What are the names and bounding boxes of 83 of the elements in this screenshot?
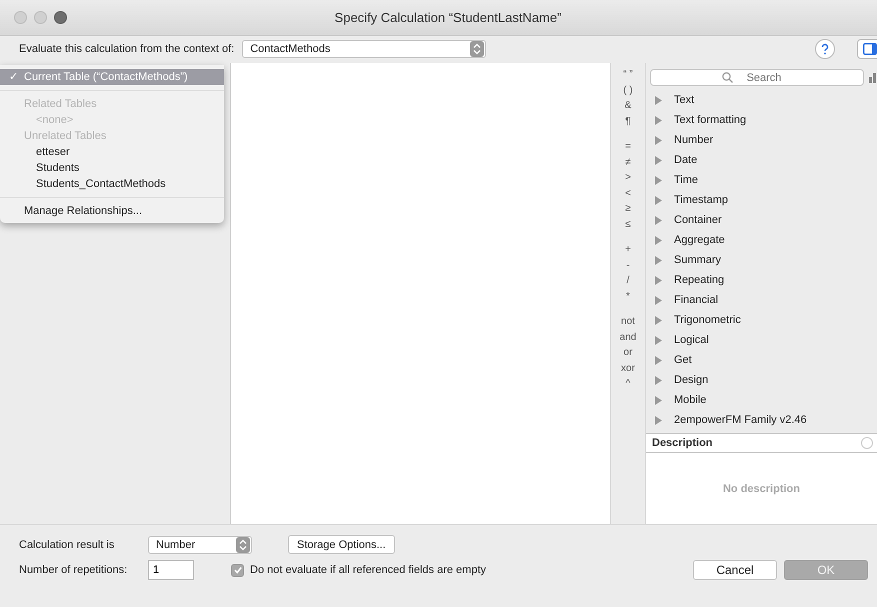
function-category[interactable]: Design (655, 370, 877, 390)
disclosure-triangle-icon (655, 156, 662, 164)
operator-button[interactable]: > (625, 170, 631, 186)
disclosure-triangle-icon (655, 396, 662, 404)
function-category[interactable]: Financial (655, 290, 877, 310)
minimize-button[interactable] (34, 11, 47, 24)
operator-button[interactable]: ≤ (625, 216, 631, 232)
operator-button[interactable]: ( ) (623, 82, 633, 98)
function-category[interactable]: Logical (655, 330, 877, 350)
function-category[interactable]: Trigonometric (655, 310, 877, 330)
disclosure-triangle-icon (655, 356, 662, 364)
dialog-button[interactable]: Cancel (693, 560, 777, 580)
function-category[interactable]: Text (655, 90, 877, 110)
search-field[interactable]: Search (650, 69, 864, 86)
function-category[interactable]: Mobile (655, 390, 877, 410)
menu-item[interactable]: Manage Relationships... (0, 203, 224, 219)
disclosure-triangle-icon (655, 316, 662, 324)
function-category[interactable]: Time (655, 170, 877, 190)
result-type-label: Calculation result is (19, 538, 116, 550)
disclosure-triangle-icon (655, 216, 662, 224)
operator-button[interactable]: ≥ (625, 201, 631, 216)
disclosure-triangle-icon (655, 296, 662, 304)
checkbox[interactable] (231, 564, 244, 576)
operator-button[interactable]: ≠ (625, 154, 631, 170)
function-category[interactable]: Get (655, 350, 877, 370)
operator-button[interactable]: xor (621, 360, 635, 376)
operator-button[interactable]: & (624, 98, 632, 114)
operator-button[interactable]: - (626, 258, 630, 273)
menu-item[interactable]: Students_ContactMethods (0, 176, 224, 192)
function-category[interactable]: Summary (655, 250, 877, 270)
repetitions-field[interactable]: 1 (148, 560, 194, 580)
description-text: No description (722, 482, 800, 494)
disclosure-triangle-icon (655, 236, 662, 244)
disclosure-triangle-icon (655, 256, 662, 264)
stepper-icon (236, 536, 250, 552)
operator-button[interactable]: + (625, 242, 631, 258)
operator-button[interactable]: * (626, 288, 630, 304)
operator-button[interactable]: / (626, 273, 630, 288)
operator-button[interactable]: ¶ (625, 114, 631, 129)
zoom-button[interactable] (54, 11, 67, 24)
function-category[interactable]: Number (655, 130, 877, 150)
checkbox-label: Do not evaluate if all referenced fields are empty (250, 564, 486, 576)
disclosure-triangle-icon (655, 196, 662, 204)
operator-button[interactable]: = (625, 139, 631, 154)
function-category[interactable]: Date (655, 150, 877, 170)
sidebar-toggle-button[interactable] (857, 39, 877, 59)
stepper-icon (470, 41, 484, 57)
disclosure-triangle-icon (655, 176, 662, 184)
bars-icon[interactable] (869, 72, 877, 82)
operator-button[interactable]: < (625, 186, 631, 201)
function-category[interactable]: Container (655, 210, 877, 230)
disclosure-triangle-icon (655, 416, 662, 424)
repetitions-label: Number of repetitions: (19, 564, 128, 576)
description-header: Description (646, 433, 877, 453)
function-category[interactable]: Aggregate (655, 230, 877, 250)
close-button[interactable] (14, 11, 27, 24)
context-label: Evaluate this calculation from the context of: (19, 43, 234, 55)
disclosure-triangle-icon (655, 116, 662, 124)
operator-button[interactable]: or (624, 345, 632, 360)
function-category[interactable]: Repeating (655, 270, 877, 290)
storage-options-button[interactable]: Storage Options... (288, 535, 395, 554)
sidebar-icon (863, 43, 877, 55)
window-title: Specify Calculation “StudentLastName” (334, 10, 562, 25)
disclosure-triangle-icon (655, 336, 662, 344)
result-type-dropdown[interactable]: Number (148, 536, 252, 554)
menu-section-header: Unrelated Tables (23, 129, 108, 144)
operator-button[interactable]: ^ (626, 376, 630, 392)
function-category[interactable]: Text formatting (655, 110, 877, 130)
search-icon (722, 72, 733, 83)
function-category[interactable]: 2empowerFM Family v2.46 (655, 410, 877, 430)
operator-button[interactable]: and (620, 330, 636, 345)
menu-item[interactable]: etteser (0, 144, 224, 160)
help-button[interactable] (815, 39, 835, 59)
context-dropdown[interactable]: ContactMethods (242, 40, 486, 58)
disclosure-triangle-icon (655, 376, 662, 384)
operator-button[interactable]: not (621, 314, 635, 330)
disclosure-triangle-icon (655, 96, 662, 104)
function-category[interactable]: Timestamp (655, 190, 877, 210)
disclosure-triangle-icon (655, 276, 662, 284)
menu-section-header: Related Tables (23, 97, 98, 112)
disclosure-triangle-icon (655, 136, 662, 144)
operator-button[interactable]: “ ” (623, 67, 633, 82)
menu-item[interactable]: Students (0, 160, 224, 176)
